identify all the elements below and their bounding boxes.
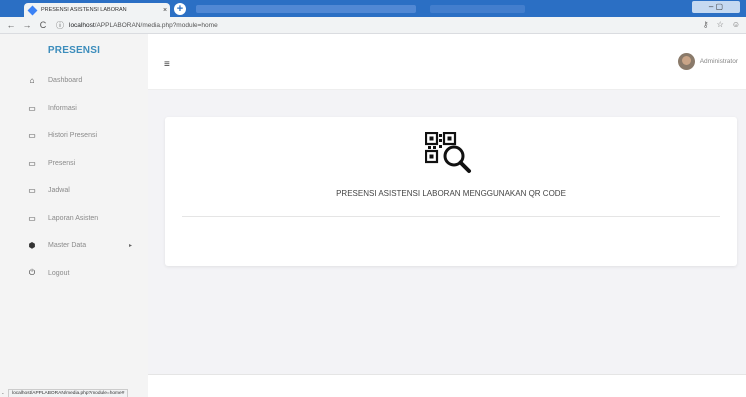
divider <box>182 216 720 217</box>
main-content: PRESENSI ASISTENSI LABORAN MENGGUNAKAN Q… <box>148 90 746 374</box>
sidebar-item-label: Jadwal <box>48 187 70 195</box>
list-icon: ▭ <box>28 103 36 113</box>
qr-scan-icon <box>424 131 475 174</box>
user-menu[interactable]: Administrator <box>677 53 738 70</box>
sidebar-item-informasi[interactable]: ▭ Informasi <box>0 95 148 123</box>
cube-icon: ⬢ <box>28 241 36 251</box>
info-icon[interactable]: ⓘ <box>56 20 64 31</box>
browser-tab[interactable]: PRESENSI ASISTENSI LABORAN × <box>24 3 170 17</box>
status-bar-url: localhost/APPLABORAN/media.php?module=ho… <box>8 389 129 397</box>
home-icon: ⌂ <box>29 76 35 86</box>
window-controls[interactable]: – ▢ <box>692 1 740 13</box>
url-field[interactable]: ⓘ localhost/APPLABORAN/media.php?module=… <box>56 20 218 31</box>
sidebar-item-label: Laporan Asisten <box>48 214 99 222</box>
sidebar-item-label: Informasi <box>48 104 77 112</box>
sidebar-item-laporan-asisten[interactable]: ▭ Laporan Asisten <box>0 205 148 233</box>
top-navbar: ≡ Administrator <box>148 34 746 90</box>
reload-icon[interactable]: C <box>38 20 48 30</box>
sidebar-item-master-data[interactable]: ⬢ Master Data ▸ <box>0 232 148 260</box>
sidebar-item-dashboard[interactable]: ⌂ Dashboard <box>0 67 148 95</box>
sidebar-nav: ⌂ Dashboard ▭ Informasi ▭ Histori Presensi ▭ Pr… <box>0 67 148 287</box>
list-icon: ▭ <box>28 131 36 141</box>
sidebar-item-presensi[interactable]: ▭ Presensi <box>0 150 148 178</box>
sidebar-item-label: Presensi <box>48 159 76 167</box>
new-tab-button[interactable]: + <box>174 3 186 15</box>
url-host: localhost <box>69 21 95 29</box>
footer <box>148 374 746 397</box>
sidebar-item-label: Dashboard <box>48 77 83 85</box>
sidebar: PRESENSI ⌂ Dashboard ▭ Informasi ▭ Histori Pr… <box>0 34 148 397</box>
sidebar-item-label: Master Data <box>48 242 87 250</box>
tab-close-icon[interactable]: × <box>163 7 167 14</box>
sidebar-item-label: Logout <box>48 269 70 277</box>
sidebar-item-logout[interactable]: ⏻ Logout <box>0 260 148 288</box>
key-icon[interactable]: ⚷ <box>703 20 709 29</box>
browser-tab-bar: PRESENSI ASISTENSI LABORAN × + – ▢ <box>0 0 746 17</box>
forward-icon[interactable]: → <box>22 20 32 30</box>
address-bar: ← → C ⓘ localhost/APPLABORAN/media.php?m… <box>0 17 746 34</box>
cursor-mark: - <box>2 391 4 397</box>
list-icon: ▭ <box>28 213 36 223</box>
bookmark-star-icon[interactable]: ☆ <box>717 20 724 29</box>
favicon-icon <box>27 5 38 15</box>
sidebar-item-label: Histori Presensi <box>48 132 98 140</box>
power-icon: ⏻ <box>28 268 36 278</box>
list-icon: ▭ <box>28 186 36 196</box>
brand-logo[interactable]: PRESENSI <box>0 34 148 67</box>
sidebar-item-jadwal[interactable]: ▭ Jadwal <box>0 177 148 205</box>
blurred-tab <box>430 5 525 13</box>
url-path: /APPLABORAN/media.php?module=home <box>94 21 218 29</box>
sidebar-item-histori-presensi[interactable]: ▭ Histori Presensi <box>0 122 148 150</box>
back-icon[interactable]: ← <box>6 20 16 30</box>
list-icon: ▭ <box>28 158 36 168</box>
chevron-right-icon[interactable]: ▸ <box>129 242 132 249</box>
user-name[interactable]: Administrator <box>700 58 738 65</box>
address-bar-actions: ⚷ ☆ ☺ <box>703 20 740 29</box>
page-title: PRESENSI ASISTENSI LABORAN MENGGUNAKAN Q… <box>336 189 566 198</box>
profile-icon[interactable]: ☺ <box>732 20 740 29</box>
blurred-tab <box>196 5 416 13</box>
menu-toggle-icon[interactable]: ≡ <box>164 59 170 70</box>
welcome-card: PRESENSI ASISTENSI LABORAN MENGGUNAKAN Q… <box>165 117 737 266</box>
avatar[interactable] <box>677 53 695 70</box>
tab-title: PRESENSI ASISTENSI LABORAN <box>41 7 127 13</box>
